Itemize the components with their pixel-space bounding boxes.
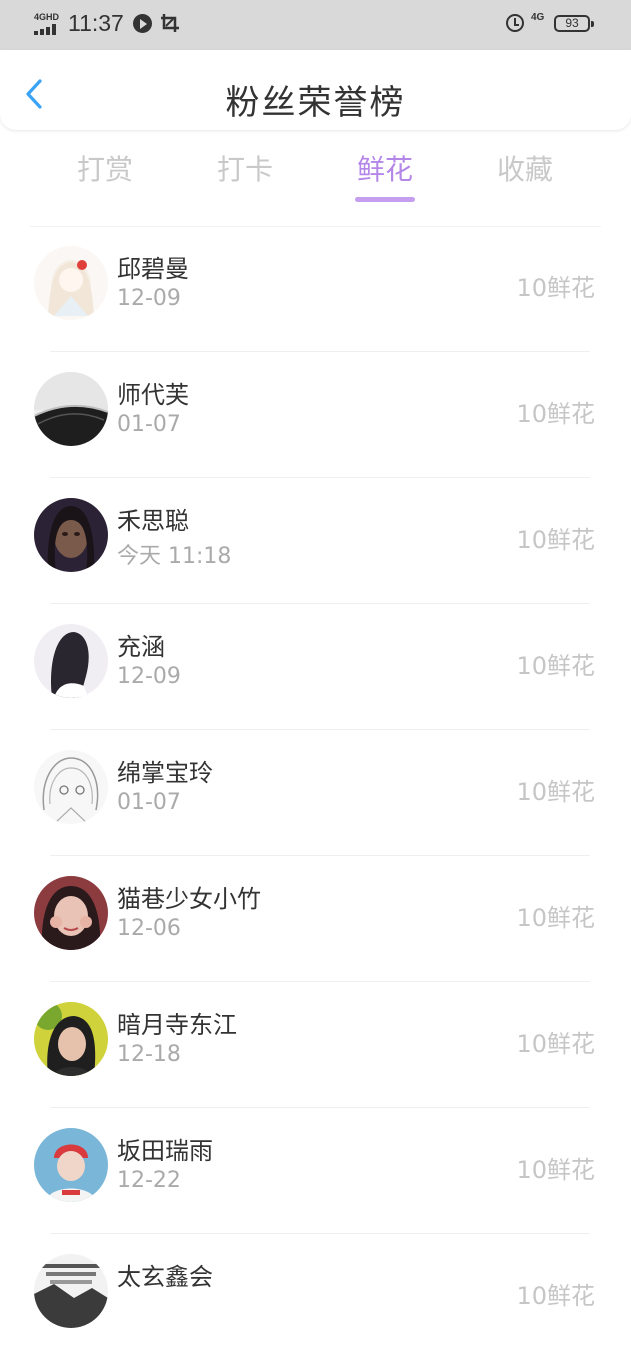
fan-date: 01-07 — [117, 790, 181, 815]
list-item[interactable]: 绵掌宝玲 01-07 10鲜花 — [0, 730, 631, 856]
fan-name: 绵掌宝玲 — [117, 759, 213, 787]
tab-tip[interactable]: 打赏 — [50, 148, 160, 188]
avatar — [34, 1128, 108, 1202]
fan-name: 太玄鑫会 — [117, 1263, 213, 1291]
list-item[interactable]: 充涵 12-09 10鲜花 — [0, 604, 631, 730]
tab-favorites[interactable]: 收藏 — [470, 148, 580, 188]
fan-name: 暗月寺东江 — [117, 1011, 237, 1039]
fan-name: 师代芙 — [117, 381, 189, 409]
flower-count: 10鲜花 — [516, 400, 595, 428]
avatar — [34, 1002, 108, 1076]
tab-checkin[interactable]: 打卡 — [190, 148, 300, 188]
avatar — [34, 246, 108, 320]
fan-name: 充涵 — [117, 633, 165, 661]
list-item[interactable]: 禾思聪 今天 11:18 10鲜花 — [0, 478, 631, 604]
fan-name: 邱碧曼 — [117, 255, 189, 283]
network-type: 4GHD — [34, 12, 60, 22]
fan-date: 12-18 — [117, 1042, 181, 1067]
page-title: 粉丝荣誉榜 — [225, 83, 406, 123]
fan-name: 坂田瑞雨 — [117, 1137, 213, 1165]
fan-date: 12-09 — [117, 286, 181, 311]
fan-date: 12-22 — [117, 1168, 181, 1193]
fan-name: 禾思聪 — [117, 507, 189, 535]
screenshot-icon — [161, 14, 179, 32]
mobile-data-4g: 4G — [531, 12, 545, 23]
fan-name: 猫巷少女小竹 — [117, 885, 261, 913]
play-icon — [133, 14, 152, 33]
flower-count: 10鲜花 — [516, 1282, 595, 1310]
flower-count: 10鲜花 — [516, 1156, 595, 1184]
list-item[interactable]: 邱碧曼 12-09 10鲜花 — [0, 226, 631, 352]
list-item[interactable]: 师代芙 01-07 10鲜花 — [0, 352, 631, 478]
status-bar: 4GHD 11:37 4G 93 — [0, 0, 631, 50]
flower-count: 10鲜花 — [516, 778, 595, 806]
navigation-header: 粉丝荣誉榜 — [0, 50, 631, 130]
avatar — [34, 372, 108, 446]
network-signal-icon: 4GHD — [34, 12, 64, 36]
flower-count: 10鲜花 — [516, 526, 595, 554]
flower-count: 10鲜花 — [516, 652, 595, 680]
avatar — [34, 750, 108, 824]
avatar — [34, 624, 108, 698]
fan-date: 01-07 — [117, 412, 181, 437]
list-item[interactable]: 猫巷少女小竹 12-06 10鲜花 — [0, 856, 631, 982]
flower-count: 10鲜花 — [516, 1030, 595, 1058]
status-time: 11:37 — [68, 10, 124, 36]
fan-date: 12-09 — [117, 664, 181, 689]
tab-bar: 打赏 打卡 鲜花 收藏 — [0, 148, 631, 208]
fan-date: 12-06 — [117, 916, 181, 941]
list-item[interactable]: 坂田瑞雨 12-22 10鲜花 — [0, 1108, 631, 1234]
avatar — [34, 1254, 108, 1328]
tab-flowers[interactable]: 鲜花 — [330, 148, 440, 188]
list-item[interactable]: 暗月寺东江 12-18 10鲜花 — [0, 982, 631, 1108]
active-tab-indicator — [355, 197, 415, 202]
alarm-icon — [506, 14, 524, 32]
avatar — [34, 876, 108, 950]
fan-date: 今天 11:18 — [117, 544, 232, 569]
list-item[interactable]: 太玄鑫会 10鲜花 — [0, 1234, 631, 1360]
flower-count: 10鲜花 — [516, 904, 595, 932]
flower-count: 10鲜花 — [516, 274, 595, 302]
battery-icon: 93 — [554, 15, 594, 32]
avatar — [34, 498, 108, 572]
